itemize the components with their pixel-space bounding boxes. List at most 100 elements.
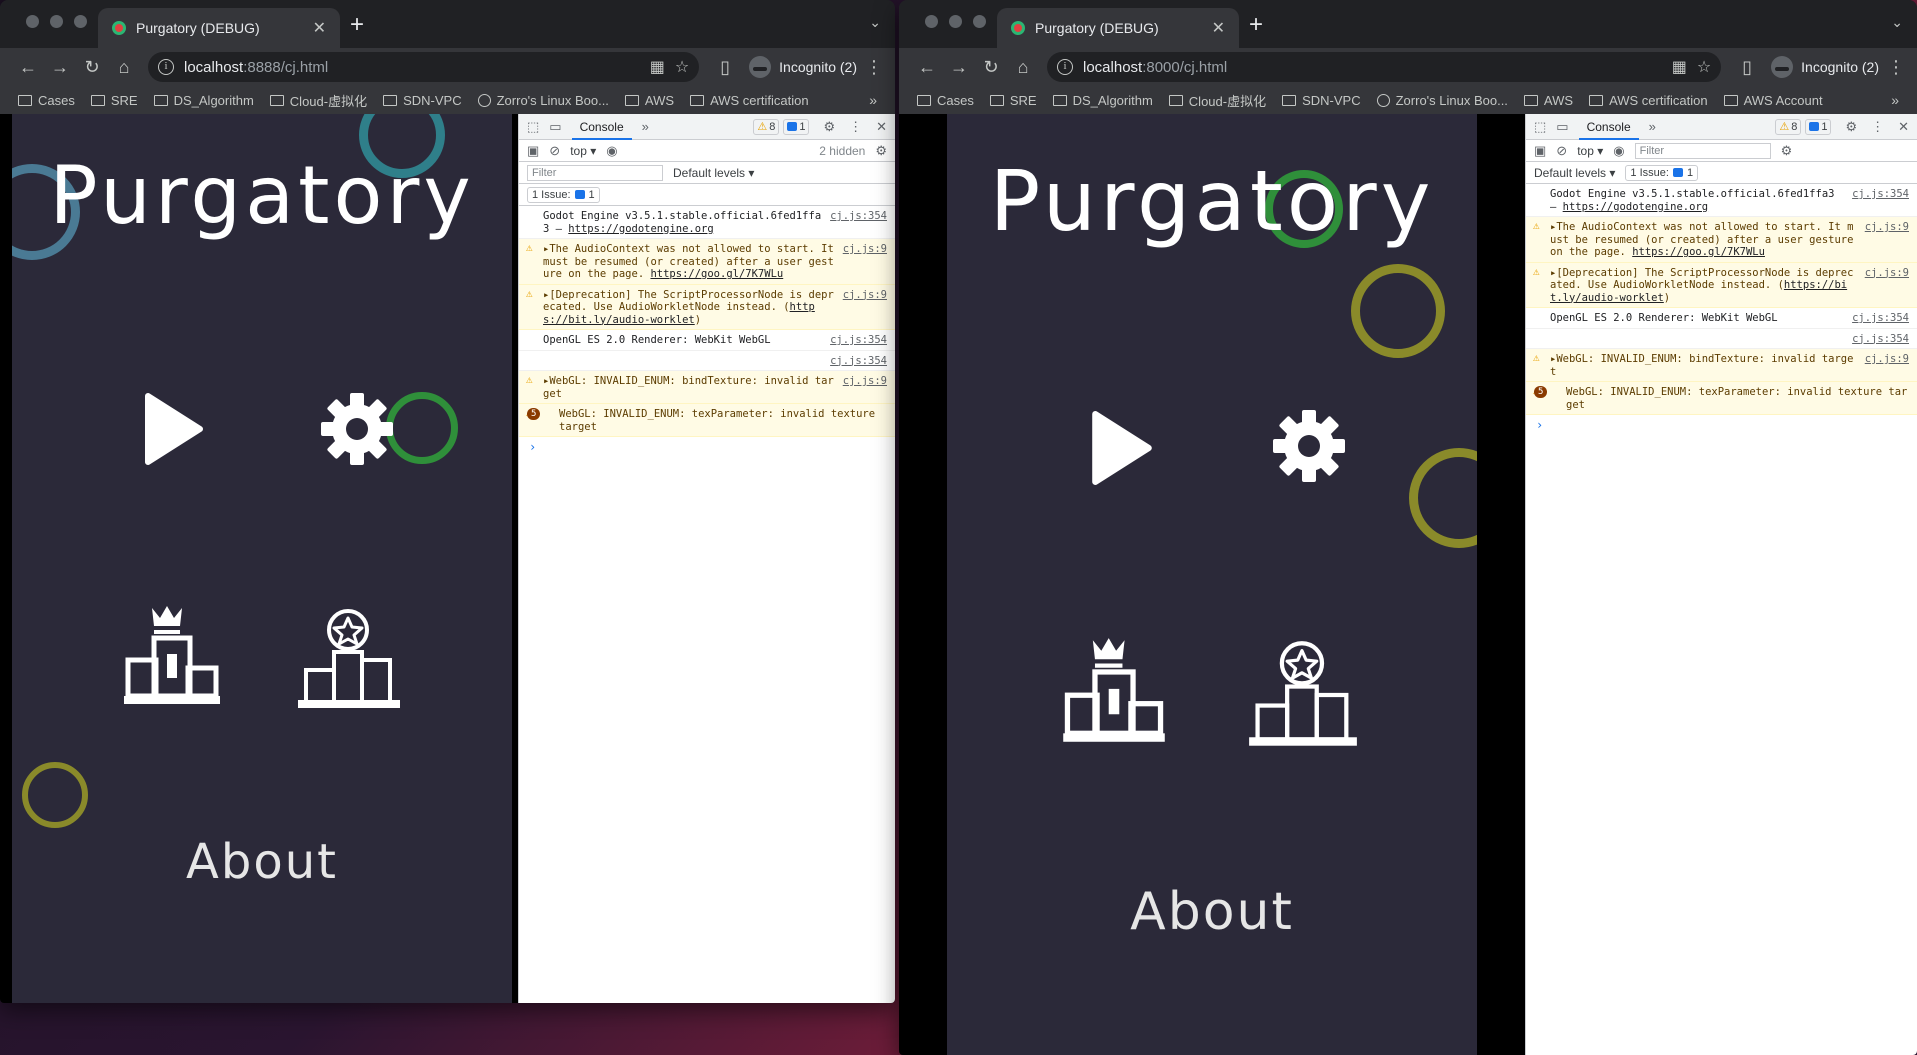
device-toolbar-icon[interactable]: ▭ xyxy=(1556,119,1568,135)
console-message[interactable]: Godot Engine v3.5.1.stable.official.6fed… xyxy=(1526,184,1917,217)
console-message[interactable]: cj.js:354 xyxy=(519,351,895,371)
bookmark-item[interactable]: AWS xyxy=(624,93,674,108)
message-link[interactable]: https://goo.gl/7K7WLu xyxy=(1632,246,1765,258)
address-bar[interactable]: i localhost:8000/cj.html ▦ ☆ xyxy=(1047,52,1722,82)
reload-icon[interactable]: ↻ xyxy=(975,55,1007,79)
sidebar-toggle-icon[interactable]: ▣ xyxy=(1534,143,1546,159)
about-button[interactable]: About xyxy=(947,882,1477,942)
home-icon[interactable]: ⌂ xyxy=(108,55,140,79)
settings-gear-icon[interactable]: ⚙ xyxy=(875,143,887,159)
source-link[interactable]: cj.js:354 xyxy=(1852,333,1909,346)
window-controls[interactable] xyxy=(26,15,87,28)
settings-gear-icon[interactable]: ⚙ xyxy=(1845,119,1857,135)
incognito-indicator[interactable]: Incognito (2) xyxy=(1771,56,1879,78)
bookmarks-overflow-icon[interactable]: » xyxy=(869,92,877,108)
bookmarks-overflow-icon[interactable]: » xyxy=(1891,92,1899,108)
message-link[interactable]: https://godotengine.org xyxy=(568,223,713,235)
qr-code-icon[interactable]: ▦ xyxy=(1672,57,1687,77)
console-message[interactable]: ▸WebGL: INVALID_ENUM: bindTexture: inval… xyxy=(519,371,895,404)
game-canvas[interactable]: Purgatory About xyxy=(12,114,512,1003)
new-tab-button[interactable]: + xyxy=(350,12,364,38)
bookmark-item[interactable]: AWS certification xyxy=(690,93,809,108)
source-link[interactable]: cj.js:354 xyxy=(830,334,887,347)
console-message[interactable]: ▸[Deprecation] The ScriptProcessorNode i… xyxy=(1526,262,1917,308)
tab-close-icon[interactable]: ✕ xyxy=(1212,18,1225,38)
bookmark-item[interactable]: Cases xyxy=(917,93,974,108)
tab-console[interactable]: Console xyxy=(1578,114,1639,140)
close-icon[interactable]: ✕ xyxy=(876,119,887,135)
site-info-icon[interactable]: i xyxy=(1057,59,1073,75)
bookmark-item[interactable]: DS_Algorithm xyxy=(153,93,254,108)
leaderboard-crown-podium-icon[interactable] xyxy=(122,604,222,708)
bookmark-item[interactable]: Cloud-虚拟化 xyxy=(269,91,367,110)
issues-button[interactable]: 1 Issue: 1 xyxy=(1625,164,1699,181)
incognito-indicator[interactable]: Incognito (2) xyxy=(749,56,857,78)
source-link[interactable]: cj.js:9 xyxy=(1865,221,1909,259)
devtools-menu-icon[interactable]: ⋮ xyxy=(1871,119,1884,135)
more-tabs-icon[interactable]: » xyxy=(1649,119,1656,134)
home-icon[interactable]: ⌂ xyxy=(1007,55,1039,79)
clear-console-icon[interactable]: ⊘ xyxy=(549,143,560,159)
bookmark-item[interactable]: DS_Algorithm xyxy=(1052,93,1153,108)
bookmark-item[interactable]: SDN-VPC xyxy=(383,93,462,108)
messages-badge[interactable]: 1 xyxy=(1805,118,1832,135)
bookmark-item[interactable]: AWS xyxy=(1523,93,1573,108)
game-canvas[interactable]: Purgatory About xyxy=(947,114,1477,1055)
bookmark-item[interactable]: AWS certification xyxy=(1589,93,1708,108)
console-message[interactable]: Godot Engine v3.5.1.stable.official.6fed… xyxy=(519,206,895,239)
console-message[interactable]: OpenGL ES 2.0 Renderer: WebKit WebGL cj.j… xyxy=(519,330,895,351)
source-link[interactable]: cj.js:354 xyxy=(830,210,887,235)
messages-badge[interactable]: 1 xyxy=(783,118,810,135)
bookmark-item[interactable]: SRE xyxy=(90,93,138,108)
close-icon[interactable]: ✕ xyxy=(1898,119,1909,135)
achievements-star-podium-icon[interactable] xyxy=(1247,640,1359,750)
leaderboard-crown-podium-icon[interactable] xyxy=(1061,636,1167,746)
settings-gear-icon[interactable]: ⚙ xyxy=(1781,143,1793,159)
address-bar[interactable]: i localhost:8888/cj.html ▦ ☆ xyxy=(148,52,700,82)
console-message[interactable]: ▸The AudioContext was not allowed to sta… xyxy=(519,239,895,285)
source-link[interactable]: cj.js:9 xyxy=(843,243,887,281)
forward-icon[interactable]: → xyxy=(943,55,975,79)
tab-close-icon[interactable]: ✕ xyxy=(313,18,326,38)
devtools-menu-icon[interactable]: ⋮ xyxy=(849,119,862,135)
device-toolbar-icon[interactable]: ▭ xyxy=(549,119,561,135)
sidebar-toggle-icon[interactable]: ▣ xyxy=(527,143,539,159)
qr-code-icon[interactable]: ▦ xyxy=(650,57,665,77)
source-link[interactable]: cj.js:9 xyxy=(1865,353,1909,378)
gear-icon[interactable] xyxy=(1271,408,1347,484)
source-link[interactable]: cj.js:9 xyxy=(843,289,887,327)
url-text[interactable]: localhost:8888/cj.html xyxy=(184,59,640,76)
achievements-star-podium-icon[interactable] xyxy=(296,608,402,712)
clear-console-icon[interactable]: ⊘ xyxy=(1556,143,1567,159)
console-message[interactable]: 5 WebGL: INVALID_ENUM: texParameter: inva… xyxy=(519,404,895,437)
reload-icon[interactable]: ↻ xyxy=(76,55,108,79)
source-link[interactable]: cj.js:9 xyxy=(1865,267,1909,305)
bookmark-item[interactable]: AWS Account xyxy=(1723,93,1823,108)
bookmark-item[interactable]: Cloud-虚拟化 xyxy=(1168,91,1266,110)
source-link[interactable]: cj.js:9 xyxy=(843,375,887,400)
console-message[interactable]: 5 WebGL: INVALID_ENUM: texParameter: inva… xyxy=(1526,382,1917,415)
tab-search-chevron-icon[interactable]: ⌄ xyxy=(1891,14,1903,31)
console-prompt[interactable]: › xyxy=(1526,415,1917,436)
browser-menu-icon[interactable]: ⋮ xyxy=(865,57,883,78)
bookmark-item[interactable]: SRE xyxy=(989,93,1037,108)
tab-console[interactable]: Console xyxy=(571,114,632,140)
eye-icon[interactable]: ◉ xyxy=(1613,143,1624,159)
context-selector[interactable]: top ▾ xyxy=(570,144,596,158)
new-tab-button[interactable]: + xyxy=(1249,12,1263,38)
console-message[interactable]: cj.js:354 xyxy=(1526,329,1917,349)
bookmark-item[interactable]: Cases xyxy=(18,93,75,108)
back-icon[interactable]: ← xyxy=(12,55,44,79)
levels-dropdown[interactable]: Default levels ▾ xyxy=(1534,166,1615,180)
side-panel-icon[interactable]: ▯ xyxy=(1731,55,1763,79)
browser-tab[interactable]: Purgatory (DEBUG) ✕ xyxy=(98,8,340,48)
filter-input[interactable]: Filter xyxy=(1634,142,1771,159)
console-message[interactable]: ▸The AudioContext was not allowed to sta… xyxy=(1526,217,1917,263)
issues-button[interactable]: 1 Issue: 1 xyxy=(527,186,600,203)
console-message[interactable]: ▸[Deprecation] The ScriptProcessorNode i… xyxy=(519,284,895,330)
bookmark-item[interactable]: Zorro's Linux Boo... xyxy=(477,93,609,108)
source-link[interactable]: cj.js:354 xyxy=(1852,188,1909,213)
warnings-badge[interactable]: ⚠ 8 xyxy=(1775,118,1802,135)
inspect-element-icon[interactable]: ⬚ xyxy=(527,119,539,135)
play-icon[interactable] xyxy=(142,392,206,466)
